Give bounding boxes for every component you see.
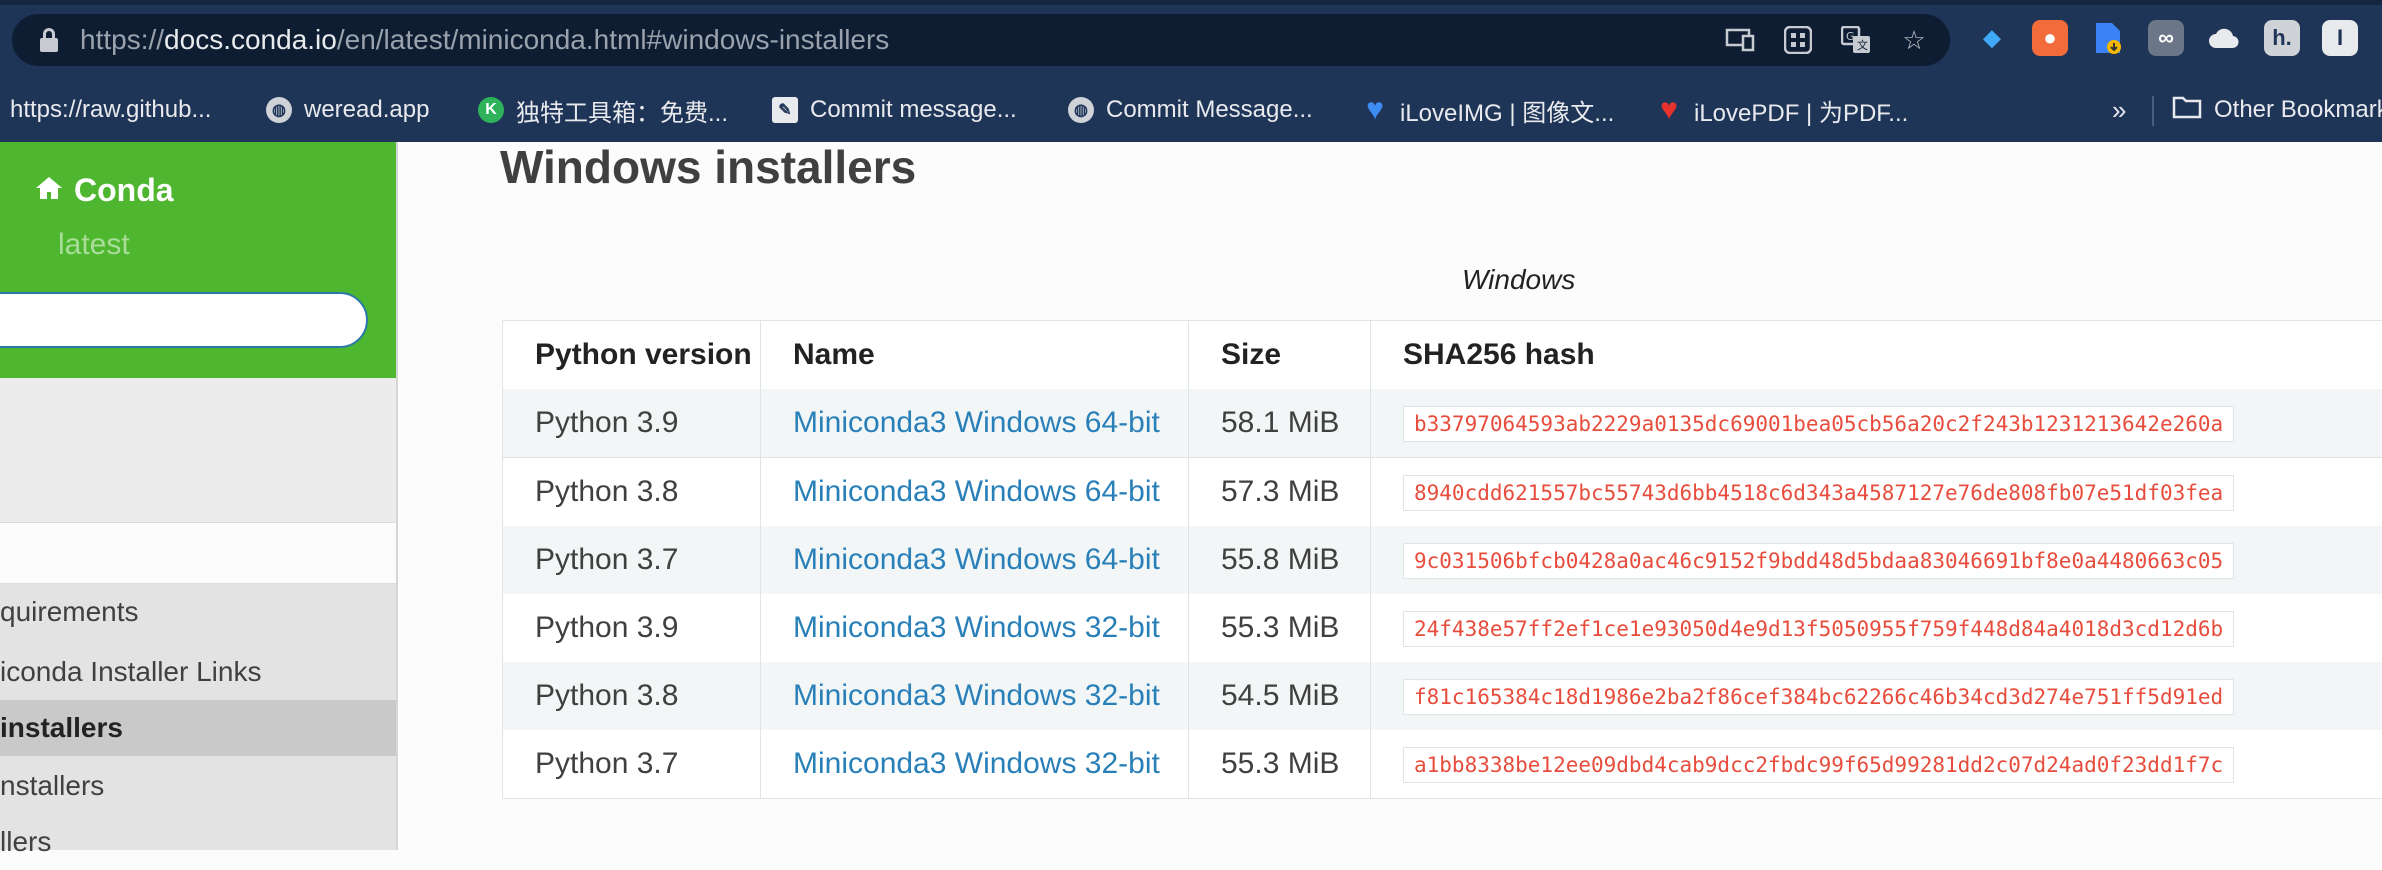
table-row: Python 3.9 Miniconda3 Windows 64-bit 58.…	[502, 389, 2382, 458]
bookmark-label: weread.app	[304, 96, 430, 123]
address-bar[interactable]: https://docs.conda.io/en/latest/minicond…	[12, 14, 1950, 66]
size-cell: 54.5 MiB	[1188, 662, 1370, 730]
installer-download-link[interactable]: Miniconda3 Windows 64-bit	[793, 406, 1160, 439]
bookmark-label: Commit Message...	[1106, 96, 1313, 123]
bookmarks-divider	[2152, 96, 2154, 126]
sha256-hash: 8940cdd621557bc55743d6bb4518c6d343a45871…	[1403, 475, 2235, 512]
sha256-hash: f81c165384c18d1986e2ba2f86cef384bc62266c…	[1403, 679, 2235, 716]
bookmark-label: Commit message...	[810, 96, 1017, 123]
sha256-hash: a1bb8338be12ee09dbd4cab9dcc2fbdc99f65d99…	[1403, 747, 2235, 784]
installer-download-link[interactable]: Miniconda3 Windows 64-bit	[793, 543, 1160, 576]
url-prefix: https://	[80, 24, 165, 55]
home-icon	[34, 172, 64, 209]
extension-orange-icon[interactable]: ●	[2032, 20, 2068, 56]
table-caption: Windows	[1462, 264, 1576, 295]
bookmark-commit-message-2[interactable]: ◍ Commit Message...	[1068, 88, 1313, 132]
bookmark-label: https://raw.github...	[10, 96, 212, 123]
python-version-cell: Python 3.9	[502, 594, 760, 662]
python-version-cell: Python 3.8	[502, 458, 760, 526]
bookmark-raw-github[interactable]: https://raw.github...	[10, 88, 211, 132]
size-cell: 58.1 MiB	[1188, 389, 1370, 457]
heart-blue-icon: ♥	[1366, 93, 1384, 126]
bookmark-weread[interactable]: ◍ weread.app	[266, 88, 429, 132]
cast-icon[interactable]	[1722, 22, 1758, 58]
table-row: Python 3.7 Miniconda3 Windows 32-bit 55.…	[502, 730, 2382, 799]
installer-download-link[interactable]: Miniconda3 Windows 32-bit	[793, 611, 1160, 644]
size-cell: 55.8 MiB	[1188, 526, 1370, 594]
sidebar-item-windows-installers[interactable]: installers	[0, 700, 396, 756]
extension-h-icon[interactable]: h.	[2264, 20, 2300, 56]
column-header-sha256: SHA256 hash	[1370, 321, 2382, 389]
extension-gem-icon[interactable]: ◆	[1974, 20, 2010, 56]
sidebar-item-installer-links[interactable]: iconda Installer Links	[0, 644, 396, 700]
sha256-hash: 24f438e57ff2ef1ce1e93050d4e9d13f5050955f…	[1403, 611, 2235, 648]
sidebar-nav: quirements iconda Installer Links instal…	[0, 584, 396, 857]
translate-icon[interactable]: G文	[1838, 22, 1874, 58]
sidebar-item-linux-installers[interactable]: llers	[0, 814, 396, 870]
search-input[interactable]	[0, 292, 368, 348]
bookmark-iloveimg[interactable]: ♥ iLoveIMG | 图像文...	[1362, 88, 1614, 132]
table-row: Python 3.9 Miniconda3 Windows 32-bit 55.…	[502, 594, 2382, 663]
bookmark-label: 独特工具箱：免费...	[516, 99, 729, 127]
bookmark-label: iLoveIMG | 图像文...	[1400, 99, 1615, 127]
sha256-hash: b33797064593ab2229a0135dc69001bea05cb56a…	[1403, 406, 2235, 443]
installer-download-link[interactable]: Miniconda3 Windows 32-bit	[793, 747, 1160, 780]
size-cell: 55.3 MiB	[1188, 594, 1370, 662]
python-version-cell: Python 3.7	[502, 730, 760, 798]
sidebar-item-macos-installers[interactable]: nstallers	[0, 758, 396, 814]
page-title: Windows installers	[500, 141, 917, 193]
url-path: /en/latest/miniconda.html#windows-instal…	[336, 24, 890, 55]
python-version-cell: Python 3.8	[502, 662, 760, 730]
installer-download-link[interactable]: Miniconda3 Windows 32-bit	[793, 679, 1160, 712]
url-text[interactable]: https://docs.conda.io/en/latest/minicond…	[80, 24, 889, 56]
version-label: latest	[58, 228, 130, 261]
python-version-cell: Python 3.9	[502, 389, 760, 457]
bookmark-star-icon[interactable]: ☆	[1896, 22, 1932, 58]
toolbox-icon: K	[478, 97, 504, 123]
bookmarks-overflow-button[interactable]: »	[2112, 88, 2126, 132]
table-row: Python 3.7 Miniconda3 Windows 64-bit 55.…	[502, 526, 2382, 595]
sidebar-item-requirements[interactable]: quirements	[0, 584, 396, 640]
globe-icon: ◍	[1068, 97, 1094, 123]
bookmark-commit-message-1[interactable]: ✎ Commit message...	[772, 88, 1017, 132]
commit-icon: ✎	[772, 97, 798, 123]
column-header-size: Size	[1188, 321, 1370, 389]
home-label: Conda	[74, 172, 174, 208]
size-cell: 55.3 MiB	[1188, 730, 1370, 798]
folder-icon	[2172, 95, 2202, 126]
extension-i-icon[interactable]: I	[2322, 20, 2358, 56]
url-domain: docs.conda.io	[164, 24, 337, 55]
apps-grid-icon[interactable]	[1780, 22, 1816, 58]
bookmarks-bar: https://raw.github... ◍ weread.app K 独特工…	[0, 88, 2382, 132]
table-header-row: Python version Name Size SHA256 hash	[502, 320, 2382, 390]
column-header-name: Name	[760, 321, 1188, 389]
globe-icon: ◍	[266, 97, 292, 123]
table-row: Python 3.8 Miniconda3 Windows 32-bit 54.…	[502, 662, 2382, 731]
bookmark-toolbox[interactable]: K 独特工具箱：免费...	[478, 88, 728, 132]
home-link[interactable]: Conda	[34, 172, 174, 209]
tab-strip-edge	[0, 0, 2382, 5]
svg-text:G: G	[1846, 30, 1855, 43]
extension-cloud-icon[interactable]	[2206, 20, 2242, 56]
other-bookmarks-folder[interactable]: Other Bookmarks	[2172, 88, 2382, 132]
lock-icon[interactable]	[40, 28, 58, 52]
sha256-hash: 9c031506bfcb0428a0ac46c9152f9bdd48d5bdaa…	[1403, 543, 2235, 580]
sidebar-header: Conda latest	[0, 142, 396, 378]
table-row: Python 3.8 Miniconda3 Windows 64-bit 57.…	[502, 458, 2382, 527]
installer-download-link[interactable]: Miniconda3 Windows 64-bit	[793, 475, 1160, 508]
heart-red-icon: ♥	[1660, 93, 1678, 126]
size-cell: 57.3 MiB	[1188, 458, 1370, 526]
bookmark-ilovepdf[interactable]: ♥ iLovePDF | 为PDF...	[1656, 88, 1908, 132]
column-header-python-version: Python version	[502, 321, 760, 389]
extension-glasses-icon[interactable]: ∞	[2148, 20, 2184, 56]
sidebar-nav-item-blank[interactable]	[0, 522, 396, 584]
other-bookmarks-label: Other Bookmarks	[2214, 96, 2382, 123]
python-version-cell: Python 3.7	[502, 526, 760, 594]
sidebar: Conda latest quirements iconda Installer…	[0, 142, 398, 857]
browser-chrome: https://docs.conda.io/en/latest/minicond…	[0, 0, 2382, 142]
extension-download-icon[interactable]	[2090, 20, 2126, 56]
bookmark-label: iLovePDF | 为PDF...	[1694, 99, 1909, 127]
svg-text:文: 文	[1857, 38, 1868, 52]
